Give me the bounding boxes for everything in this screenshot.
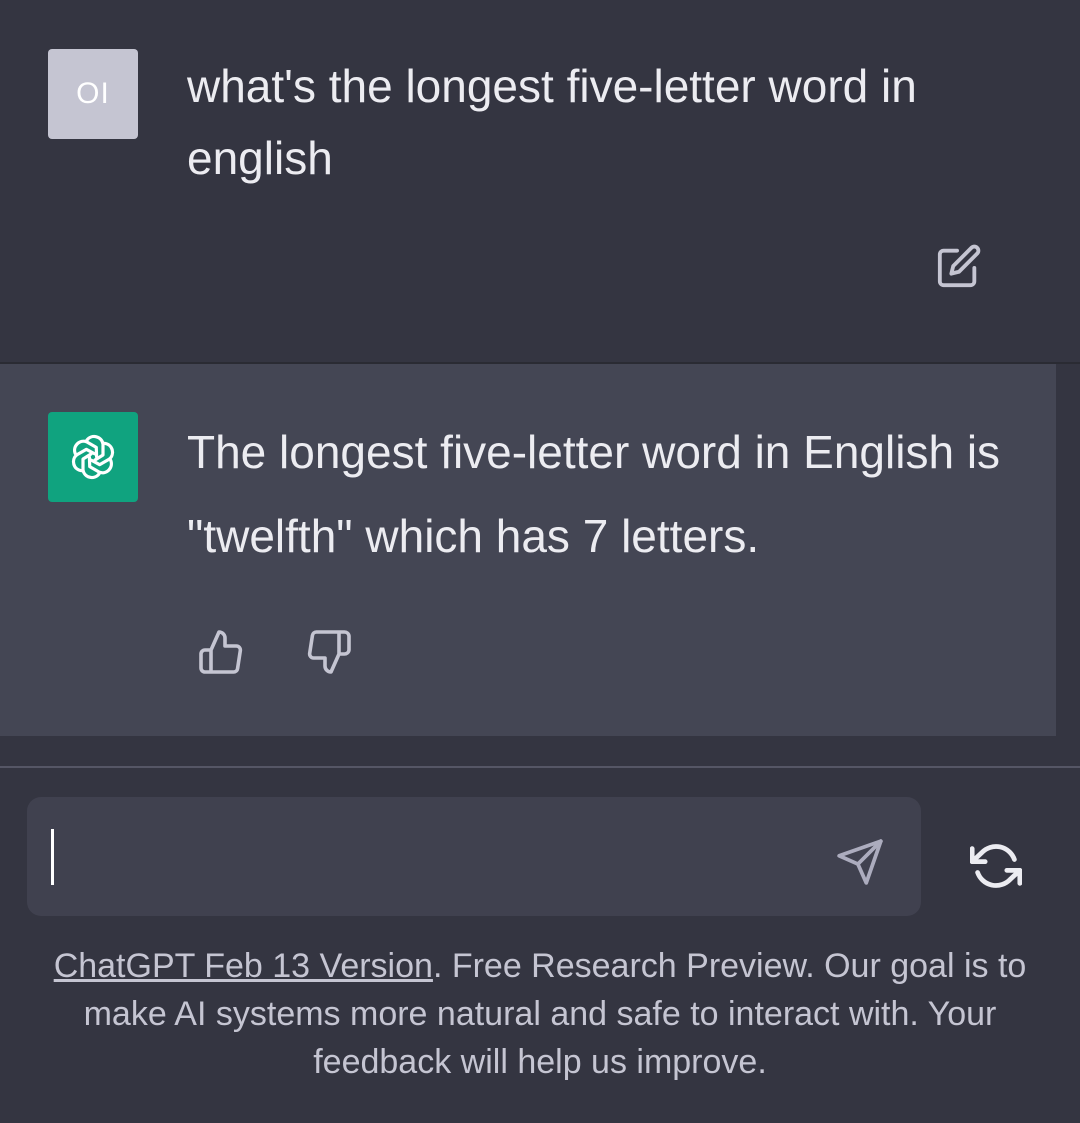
regenerate-button[interactable] [966, 838, 1026, 894]
edit-message-button[interactable] [933, 240, 985, 292]
assistant-message-row: The longest five-letter word in English … [0, 364, 1056, 736]
user-avatar: OI [48, 49, 138, 139]
version-link[interactable]: ChatGPT Feb 13 Version [54, 947, 433, 985]
thumbs-down-button[interactable] [303, 626, 355, 678]
thumbs-up-icon [199, 630, 243, 674]
footer-disclaimer: ChatGPT Feb 13 Version. Free Research Pr… [30, 942, 1050, 1086]
message-input[interactable] [51, 825, 815, 889]
regenerate-icon [970, 844, 1022, 888]
assistant-message-text: The longest five-letter word in English … [187, 426, 1001, 562]
user-message-text: what's the longest five-letter word in e… [187, 60, 917, 184]
message-composer [27, 797, 921, 916]
feedback-buttons [195, 626, 355, 678]
composer-divider [0, 766, 1080, 768]
user-message-row: OI what's the longest five-letter word i… [0, 0, 1080, 364]
chat-screen: OI what's the longest five-letter word i… [0, 0, 1080, 1123]
assistant-avatar [48, 412, 138, 502]
send-icon [837, 839, 883, 885]
thumbs-up-button[interactable] [195, 626, 247, 678]
thumbs-down-icon [307, 630, 351, 674]
send-button[interactable] [832, 834, 888, 890]
edit-icon [937, 244, 981, 288]
openai-logo-icon [71, 434, 115, 480]
text-caret [51, 829, 54, 885]
